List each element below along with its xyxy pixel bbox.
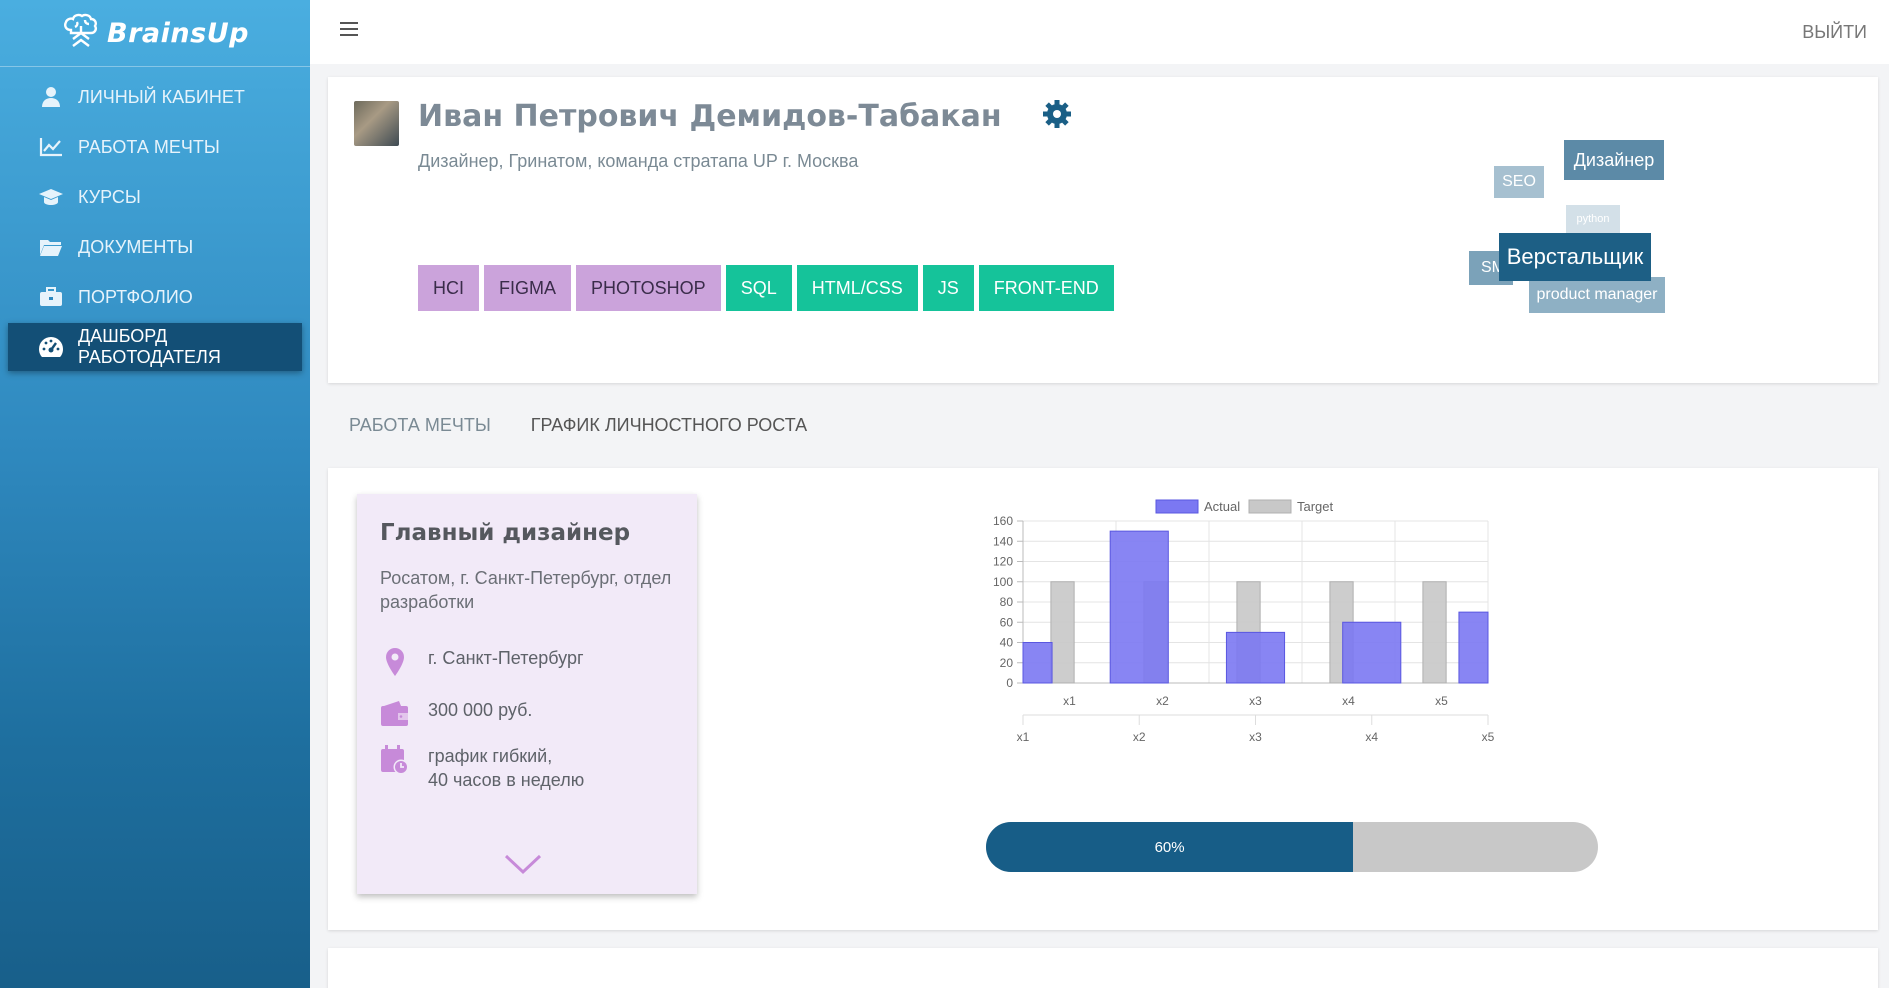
skill-tag[interactable]: SQL bbox=[725, 265, 792, 311]
y-tick-label: 120 bbox=[993, 555, 1013, 569]
cloud-tag[interactable]: python bbox=[1566, 205, 1620, 233]
x-tick-label: x1 bbox=[1063, 694, 1076, 708]
tab-dream-job[interactable]: РАБОТА МЕЧТЫ bbox=[349, 415, 491, 436]
legend-label: Target bbox=[1297, 499, 1334, 514]
profile-name: Иван Петрович Демидов-Табакан bbox=[418, 99, 1002, 134]
growth-dashboard-card: Главный дизайнер Росатом, г. Санкт-Петер… bbox=[328, 468, 1878, 930]
y-tick-label: 60 bbox=[1000, 615, 1014, 629]
bar-actual bbox=[1342, 621, 1402, 684]
y-tick-label: 140 bbox=[993, 534, 1013, 548]
cloud-tag[interactable]: Дизайнер bbox=[1564, 140, 1664, 180]
gear-icon[interactable] bbox=[1042, 99, 1072, 129]
next-card bbox=[328, 948, 1878, 988]
x-tick-label: x4 bbox=[1342, 694, 1355, 708]
role-tag-cloud: Дизайнер SEO python SM product manager В… bbox=[1368, 117, 1665, 337]
sidebar-item-courses[interactable]: КУРСЫ bbox=[8, 173, 302, 221]
x-tick-label-secondary: x1 bbox=[1017, 730, 1030, 744]
sidebar-item-label: РАБОТА МЕЧТЫ bbox=[78, 136, 220, 157]
line-chart-icon bbox=[38, 136, 64, 158]
sidebar-item-profile[interactable]: ЛИЧНЫЙ КАБИНЕТ bbox=[8, 73, 302, 121]
location-pin-icon bbox=[386, 648, 404, 676]
legend-label: Actual bbox=[1204, 499, 1240, 514]
brand-logo[interactable]: BrainsUp bbox=[0, 0, 310, 67]
sidebar-item-label: ЛИЧНЫЙ КАБИНЕТ bbox=[78, 86, 245, 107]
job-schedule-row: график гибкий, 40 часов в неделю bbox=[380, 744, 584, 792]
skill-tag[interactable]: HCI bbox=[418, 265, 479, 311]
sidebar-item-label: КУРСЫ bbox=[78, 186, 141, 207]
job-city: г. Санкт-Петербург bbox=[428, 648, 584, 668]
y-tick-label: 40 bbox=[1000, 636, 1014, 650]
job-schedule-line: график гибкий, bbox=[428, 746, 553, 766]
x-tick-label-secondary: x3 bbox=[1249, 730, 1262, 744]
sidebar-item-dream-job[interactable]: РАБОТА МЕЧТЫ bbox=[8, 123, 302, 171]
x-tick-label: x3 bbox=[1249, 694, 1262, 708]
job-schedule: график гибкий, 40 часов в неделю bbox=[428, 744, 584, 792]
bar-actual bbox=[1458, 611, 1489, 684]
sidebar-nav: ЛИЧНЫЙ КАБИНЕТ РАБОТА МЕЧТЫ КУРСЫ ДОКУМЕ… bbox=[0, 73, 310, 371]
legend-swatch bbox=[1248, 499, 1292, 514]
brand-name: BrainsUp bbox=[107, 17, 249, 49]
skill-tag[interactable]: FIGMA bbox=[484, 265, 571, 311]
y-tick-label: 20 bbox=[1000, 656, 1014, 670]
sidebar-item-portfolio[interactable]: ПОРТФОЛИО bbox=[8, 273, 302, 321]
bar-target bbox=[1422, 581, 1447, 684]
folder-icon bbox=[38, 236, 64, 258]
x-tick-label: x2 bbox=[1156, 694, 1169, 708]
bar-actual bbox=[1022, 642, 1053, 684]
job-salary-row: 300 000 руб. bbox=[380, 698, 532, 730]
brain-icon bbox=[64, 13, 98, 47]
job-location-row: г. Санкт-Петербург bbox=[380, 646, 584, 678]
cloud-tag[interactable]: Верстальщик bbox=[1499, 233, 1651, 281]
progress-label: 60% bbox=[1154, 838, 1185, 856]
y-tick-label: 0 bbox=[1006, 676, 1013, 690]
job-card[interactable]: Главный дизайнер Росатом, г. Санкт-Петер… bbox=[357, 494, 697, 894]
job-company: Росатом, г. Санкт-Петербург, отдел разра… bbox=[380, 568, 672, 612]
topbar: ВЫЙТИ bbox=[310, 0, 1889, 64]
skill-tag[interactable]: FRONT-END bbox=[978, 265, 1114, 311]
bar-actual bbox=[1225, 631, 1286, 684]
skills-list: HCI FIGMA PHOTOSHOP SQL HTML/CSS JS FRON… bbox=[418, 265, 1114, 311]
menu-toggle-icon[interactable] bbox=[340, 22, 358, 36]
skill-tag[interactable]: JS bbox=[922, 265, 974, 311]
sidebar-item-label: ПОРТФОЛИО bbox=[78, 286, 193, 307]
sidebar-item-label: ДАШБОРД РАБОТОДАТЕЛЯ bbox=[78, 326, 221, 367]
dashboard-tabs: РАБОТА МЕЧТЫ ГРАФИК ЛИЧНОСТНОГО РОСТА bbox=[349, 415, 807, 436]
user-icon bbox=[38, 86, 64, 108]
tab-growth-chart[interactable]: ГРАФИК ЛИЧНОСТНОГО РОСТА bbox=[531, 415, 807, 436]
legend-swatch bbox=[1155, 499, 1199, 514]
bar-target bbox=[1050, 581, 1075, 684]
sidebar: BrainsUp ЛИЧНЫЙ КАБИНЕТ РАБОТА МЕЧТЫ КУР… bbox=[0, 0, 310, 988]
x-tick-label-secondary: x4 bbox=[1365, 730, 1378, 744]
x-tick-label-secondary: x2 bbox=[1133, 730, 1146, 744]
chevron-down-icon[interactable] bbox=[503, 852, 543, 876]
bar-actual bbox=[1109, 530, 1169, 684]
cloud-tag[interactable]: product manager bbox=[1529, 277, 1665, 313]
y-tick-label: 160 bbox=[993, 514, 1013, 528]
job-salary: 300 000 руб. bbox=[428, 700, 533, 720]
sidebar-item-employer-dashboard[interactable]: ДАШБОРД РАБОТОДАТЕЛЯ bbox=[8, 323, 302, 371]
calendar-clock-icon bbox=[381, 745, 409, 775]
growth-bar-chart: 0 20 40 60 80 100 120 140 160 x1 x2 x3 x4 x5 x1 x2 x3 x4 x… bbox=[993, 499, 1495, 744]
profile-card: Иван Петрович Демидов-Табакан Дизайнер, … bbox=[328, 77, 1878, 383]
job-title: Главный дизайнер bbox=[380, 520, 631, 546]
graduation-cap-icon bbox=[38, 186, 64, 208]
job-schedule-line: 40 часов в неделю bbox=[428, 770, 585, 790]
x-tick-label: x5 bbox=[1435, 694, 1448, 708]
wallet-icon bbox=[381, 701, 408, 726]
progress-bar: 60% bbox=[986, 822, 1598, 872]
y-tick-label: 100 bbox=[993, 575, 1013, 589]
dashboard-icon bbox=[38, 336, 64, 358]
x-tick-label-secondary: x5 bbox=[1482, 730, 1495, 744]
cloud-tag[interactable]: SEO bbox=[1494, 166, 1544, 198]
y-tick-label: 80 bbox=[1000, 595, 1014, 609]
sidebar-item-label: ДОКУМЕНТЫ bbox=[78, 236, 194, 257]
briefcase-icon bbox=[38, 286, 64, 308]
skill-tag[interactable]: HTML/CSS bbox=[796, 265, 918, 311]
avatar bbox=[354, 101, 399, 146]
skill-tag[interactable]: PHOTOSHOP bbox=[576, 265, 721, 311]
logout-button[interactable]: ВЫЙТИ bbox=[1802, 22, 1867, 43]
profile-subtitle: Дизайнер, Гринатом, команда стратапа UP … bbox=[418, 151, 859, 171]
sidebar-item-documents[interactable]: ДОКУМЕНТЫ bbox=[8, 223, 302, 271]
